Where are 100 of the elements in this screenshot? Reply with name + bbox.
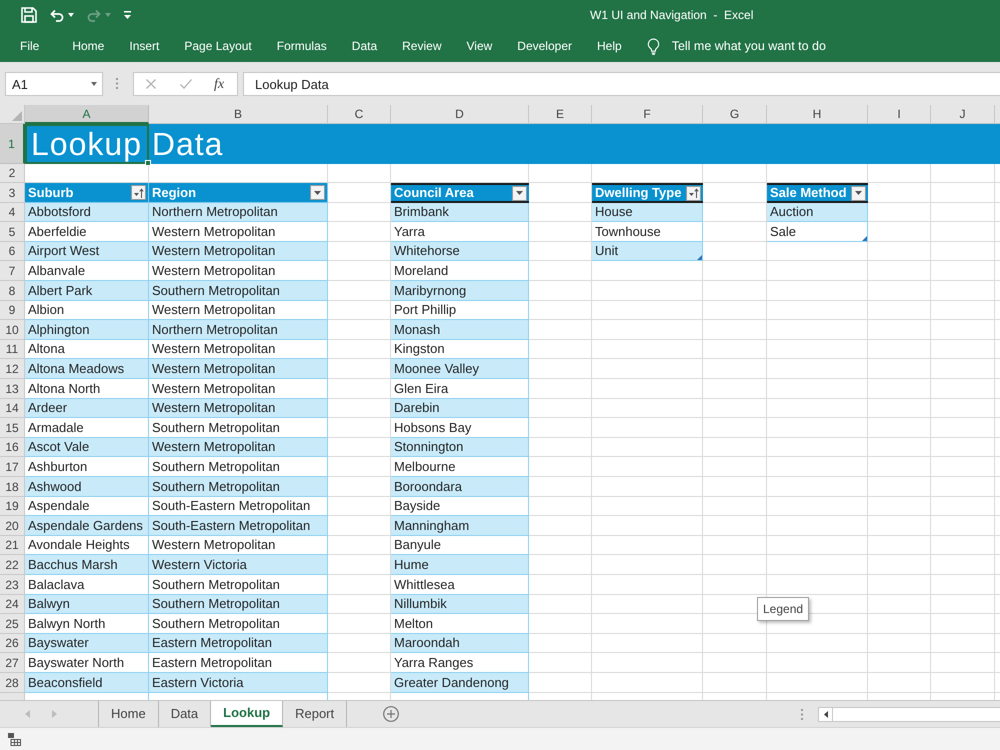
- row-header[interactable]: 11: [0, 340, 25, 359]
- empty-cell[interactable]: [592, 457, 703, 477]
- row-header[interactable]: 26: [0, 634, 25, 653]
- empty-cell[interactable]: [868, 536, 931, 555]
- row-header[interactable]: 16: [0, 438, 25, 457]
- empty-cell[interactable]: [931, 575, 995, 595]
- empty-cell[interactable]: [767, 555, 868, 575]
- empty-cell[interactable]: [767, 673, 868, 693]
- tell-me-field[interactable]: Tell me what you want to do: [672, 36, 872, 56]
- empty-cell[interactable]: [868, 457, 931, 477]
- empty-cell[interactable]: [767, 497, 868, 516]
- empty-cell[interactable]: [931, 379, 995, 399]
- caret-icon[interactable]: [68, 13, 74, 17]
- cancel-icon[interactable]: [146, 79, 156, 89]
- empty-cell[interactable]: [868, 418, 931, 438]
- empty-cell[interactable]: [868, 340, 931, 359]
- empty-cell[interactable]: [592, 653, 703, 673]
- ribbon-tab[interactable]: Data: [352, 37, 378, 55]
- empty-cell[interactable]: [868, 497, 931, 516]
- empty-cell[interactable]: [767, 457, 868, 477]
- empty-cell[interactable]: [931, 183, 995, 203]
- empty-cell[interactable]: [592, 516, 703, 536]
- empty-cell[interactable]: [868, 575, 931, 595]
- empty-cell[interactable]: [592, 281, 703, 301]
- row-header[interactable]: 18: [0, 477, 25, 497]
- sheet-grid-icon[interactable]: [8, 732, 21, 746]
- empty-cell[interactable]: [703, 673, 767, 693]
- empty-cell[interactable]: [931, 438, 995, 457]
- name-box[interactable]: A1: [5, 72, 103, 96]
- empty-cell[interactable]: [868, 634, 931, 653]
- ribbon-tab[interactable]: File: [20, 37, 40, 55]
- empty-cell[interactable]: [328, 164, 391, 183]
- row-header[interactable]: 19: [0, 497, 25, 516]
- empty-cell[interactable]: [868, 164, 931, 183]
- empty-cell[interactable]: [767, 418, 868, 438]
- empty-cell[interactable]: [592, 418, 703, 438]
- empty-cell[interactable]: [703, 418, 767, 438]
- empty-cell[interactable]: [592, 379, 703, 399]
- row-header[interactable]: 4: [0, 203, 25, 222]
- empty-cell[interactable]: [931, 281, 995, 301]
- caret-icon[interactable]: [91, 82, 97, 86]
- row-header[interactable]: 20: [0, 516, 25, 536]
- empty-cell[interactable]: [767, 320, 868, 340]
- row-header[interactable]: 7: [0, 261, 25, 281]
- empty-cell[interactable]: [868, 614, 931, 634]
- empty-cell[interactable]: [703, 320, 767, 340]
- empty-cell[interactable]: [592, 301, 703, 320]
- row-header[interactable]: 22: [0, 555, 25, 575]
- empty-cell[interactable]: [592, 575, 703, 595]
- filter-button[interactable]: [310, 185, 325, 200]
- empty-cell[interactable]: [767, 359, 868, 379]
- empty-cell[interactable]: [703, 340, 767, 359]
- table-resize-handle[interactable]: [862, 236, 867, 241]
- empty-cell[interactable]: [703, 379, 767, 399]
- empty-cell[interactable]: [592, 477, 703, 497]
- lightbulb-icon[interactable]: [646, 38, 660, 54]
- empty-cell[interactable]: [703, 261, 767, 281]
- ribbon-tab[interactable]: Formulas: [276, 37, 327, 55]
- row-header[interactable]: 14: [0, 399, 25, 418]
- ribbon-tab[interactable]: Review: [402, 37, 442, 55]
- empty-cell[interactable]: [592, 340, 703, 359]
- empty-cell[interactable]: [767, 301, 868, 320]
- row-header[interactable]: 8: [0, 281, 25, 301]
- empty-cell[interactable]: [703, 438, 767, 457]
- empty-cell[interactable]: [931, 457, 995, 477]
- undo-icon[interactable]: [50, 8, 64, 22]
- row-header[interactable]: 3: [0, 183, 25, 203]
- empty-cell[interactable]: [767, 340, 868, 359]
- empty-cell[interactable]: [767, 477, 868, 497]
- empty-cell[interactable]: [931, 242, 995, 261]
- empty-cell[interactable]: [703, 281, 767, 301]
- empty-cell[interactable]: [703, 497, 767, 516]
- row-header[interactable]: 28: [0, 673, 25, 693]
- empty-cell[interactable]: [592, 399, 703, 418]
- empty-cell[interactable]: [703, 634, 767, 653]
- empty-cell[interactable]: [767, 653, 868, 673]
- empty-cell[interactable]: [703, 555, 767, 575]
- empty-cell[interactable]: [931, 301, 995, 320]
- empty-cell[interactable]: [868, 320, 931, 340]
- check-icon[interactable]: [180, 79, 192, 89]
- empty-cell[interactable]: [868, 673, 931, 693]
- empty-cell[interactable]: [592, 438, 703, 457]
- empty-cell[interactable]: [868, 555, 931, 575]
- empty-cell[interactable]: [868, 477, 931, 497]
- empty-cell[interactable]: [868, 653, 931, 673]
- empty-cell[interactable]: [931, 653, 995, 673]
- empty-cell[interactable]: [592, 320, 703, 340]
- empty-cell[interactable]: [592, 595, 703, 614]
- empty-cell[interactable]: [868, 516, 931, 536]
- empty-cell[interactable]: [592, 614, 703, 634]
- row-header[interactable]: 23: [0, 575, 25, 595]
- empty-cell[interactable]: [703, 399, 767, 418]
- empty-cell[interactable]: [592, 555, 703, 575]
- empty-cell[interactable]: [868, 379, 931, 399]
- formula-input[interactable]: Lookup Data: [243, 72, 1000, 96]
- empty-cell[interactable]: [931, 634, 995, 653]
- empty-cell[interactable]: [767, 261, 868, 281]
- empty-cell[interactable]: [931, 477, 995, 497]
- empty-cell[interactable]: [767, 379, 868, 399]
- row-header[interactable]: 10: [0, 320, 25, 340]
